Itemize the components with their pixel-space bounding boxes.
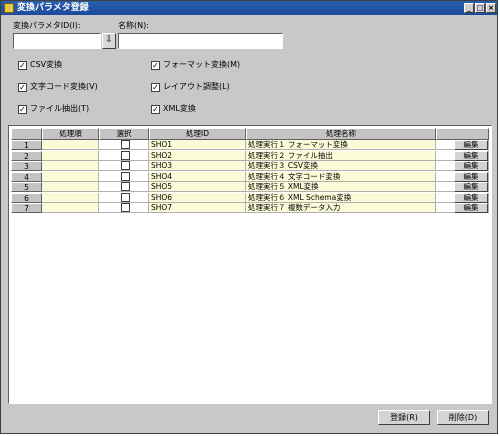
edit-button[interactable]: 編集 — [454, 171, 488, 182]
option-layout[interactable]: ✓ レイアウト調整(L) — [151, 81, 230, 93]
select-cell[interactable] — [99, 171, 149, 182]
process-name-cell[interactable]: 処理実行４ 文字コード変換 — [246, 171, 436, 182]
register-button[interactable]: 登録(R) — [378, 410, 430, 425]
process-table: 処理順 選択 処理ID 処理名称 1 SHO1 処理実行１ フォーマット変換 編集 2 S… — [8, 125, 492, 404]
process-id-cell[interactable]: SHO4 — [149, 171, 246, 182]
option-file-extract[interactable]: ✓ ファイル抽出(T) — [18, 103, 89, 115]
checkbox[interactable] — [121, 203, 130, 212]
edit-button[interactable]: 編集 — [454, 203, 488, 213]
option-csv[interactable]: ✓ CSV変換 — [18, 59, 62, 71]
select-cell[interactable] — [99, 203, 149, 213]
process-name-cell[interactable]: 処理実行３ CSV変換 — [246, 161, 436, 171]
order-cell[interactable] — [42, 150, 99, 161]
row-number[interactable]: 1 — [11, 140, 42, 150]
process-id-cell[interactable]: SHO5 — [149, 182, 246, 192]
check-icon[interactable]: ✓ — [151, 61, 160, 70]
header-select[interactable]: 選択 — [99, 128, 149, 140]
check-icon[interactable]: ✓ — [151, 105, 160, 114]
process-id-cell[interactable]: SHO6 — [149, 192, 246, 203]
option-xml[interactable]: ✓ XML変換 — [151, 103, 196, 115]
process-name-cell[interactable]: 処理実行６ XML Schema変換 — [246, 192, 436, 203]
edit-button[interactable]: 編集 — [454, 140, 488, 150]
row-number[interactable]: 3 — [11, 161, 42, 171]
process-id-cell[interactable]: SHO1 — [149, 140, 246, 150]
main-window: 変換パラメタ登録 _ □ × 変換パラメタID(I): 名称(N): ⇩ ✓ CS… — [0, 0, 498, 434]
select-cell[interactable] — [99, 192, 149, 203]
check-icon[interactable]: ✓ — [151, 83, 160, 92]
title-bar: 変換パラメタ登録 _ □ × — [1, 1, 497, 15]
checkbox[interactable] — [121, 192, 130, 202]
edit-button[interactable]: 編集 — [454, 161, 488, 171]
param-id-label: 変換パラメタID(I): — [13, 21, 81, 30]
select-cell[interactable] — [99, 161, 149, 171]
maximize-icon[interactable]: □ — [475, 3, 485, 13]
process-name-cell[interactable]: 処理実行７ 複数データ入力 — [246, 203, 436, 213]
edit-button[interactable]: 編集 — [454, 150, 488, 161]
header-corner — [11, 128, 42, 140]
order-cell[interactable] — [42, 161, 99, 171]
order-cell[interactable] — [42, 182, 99, 192]
process-id-cell[interactable]: SHO7 — [149, 203, 246, 213]
close-icon[interactable]: × — [486, 3, 496, 13]
checkbox[interactable] — [121, 150, 130, 160]
order-cell[interactable] — [42, 171, 99, 182]
option-charcode[interactable]: ✓ 文字コード変換(V) — [18, 81, 98, 93]
row-number[interactable]: 6 — [11, 192, 42, 203]
checkbox[interactable] — [121, 161, 130, 170]
check-icon[interactable]: ✓ — [18, 83, 27, 92]
param-id-input[interactable] — [13, 33, 101, 49]
header-process-name[interactable]: 処理名称 — [246, 128, 436, 140]
checkbox[interactable] — [121, 140, 130, 149]
process-name-cell[interactable]: 処理実行５ XML変換 — [246, 182, 436, 192]
row-number[interactable]: 7 — [11, 203, 42, 213]
name-input[interactable] — [118, 33, 283, 49]
header-edit — [436, 128, 489, 140]
order-cell[interactable] — [42, 140, 99, 150]
row-number[interactable]: 4 — [11, 171, 42, 182]
check-icon[interactable]: ✓ — [18, 61, 27, 70]
header-process-id[interactable]: 処理ID — [149, 128, 246, 140]
app-icon — [4, 3, 14, 13]
checkbox[interactable] — [121, 182, 130, 191]
minimize-icon[interactable]: _ — [464, 3, 474, 13]
process-name-cell[interactable]: 処理実行１ フォーマット変換 — [246, 140, 436, 150]
checkbox[interactable] — [121, 171, 130, 181]
edit-button[interactable]: 編集 — [454, 192, 488, 203]
order-cell[interactable] — [42, 203, 99, 213]
select-cell[interactable] — [99, 182, 149, 192]
check-icon[interactable]: ✓ — [18, 105, 27, 114]
delete-button[interactable]: 削除(D) — [437, 410, 489, 425]
select-cell[interactable] — [99, 150, 149, 161]
order-cell[interactable] — [42, 192, 99, 203]
header-order[interactable]: 処理順 — [42, 128, 99, 140]
process-name-cell[interactable]: 処理実行２ ファイル抽出 — [246, 150, 436, 161]
edit-button[interactable]: 編集 — [454, 182, 488, 192]
row-number[interactable]: 2 — [11, 150, 42, 161]
window-title: 変換パラメタ登録 — [17, 3, 89, 13]
select-cell[interactable] — [99, 140, 149, 150]
row-number[interactable]: 5 — [11, 182, 42, 192]
name-label: 名称(N): — [118, 21, 149, 30]
dropdown-arrow-icon[interactable]: ⇩ — [102, 33, 116, 49]
process-id-cell[interactable]: SHO3 — [149, 161, 246, 171]
process-id-cell[interactable]: SHO2 — [149, 150, 246, 161]
option-format[interactable]: ✓ フォーマット変換(M) — [151, 59, 240, 71]
